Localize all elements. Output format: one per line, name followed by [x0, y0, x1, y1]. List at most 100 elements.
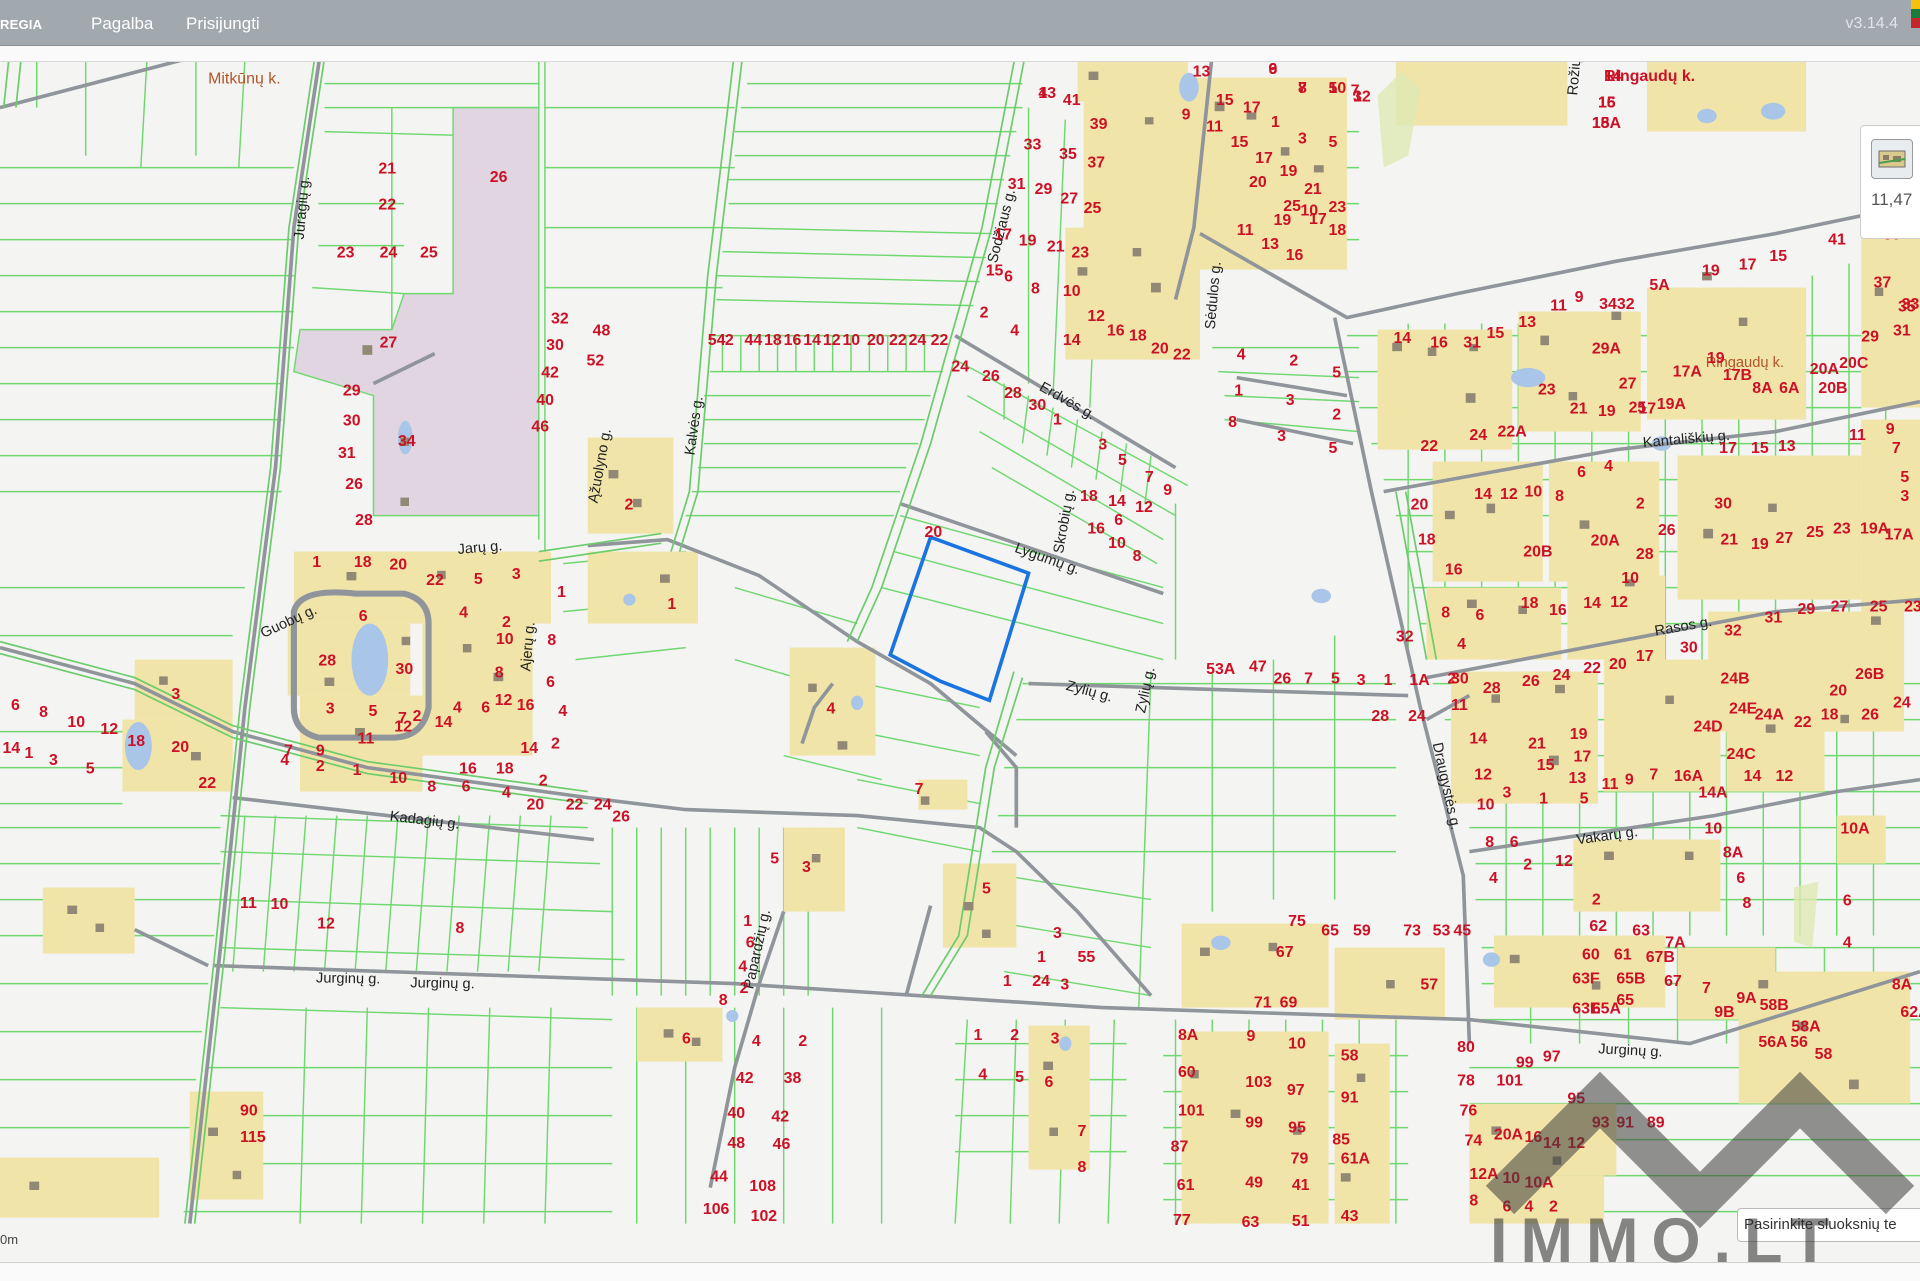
house-number: 1A: [1409, 672, 1429, 689]
house-number: 3: [1900, 488, 1909, 505]
house-number: 4: [738, 959, 747, 976]
house-number: 6: [1736, 870, 1745, 887]
menu-prisijungti[interactable]: Prisijungti: [186, 14, 260, 34]
house-number: 24: [594, 797, 612, 814]
house-number: 4: [1843, 935, 1852, 952]
house-number: 10: [1621, 570, 1639, 587]
house-number: 42: [736, 1070, 754, 1087]
house-number: 27: [1619, 376, 1637, 393]
house-number: 9B: [1714, 1004, 1734, 1021]
house-number: 40: [727, 1105, 745, 1122]
house-number: 1: [1539, 791, 1548, 808]
house-number: 20: [1609, 656, 1627, 673]
house-number: 73: [1403, 923, 1421, 940]
house-number: 1: [667, 596, 676, 613]
menu-pagalba[interactable]: Pagalba: [91, 14, 153, 34]
house-number: 29: [1035, 181, 1053, 198]
house-number: 31: [1764, 610, 1782, 627]
house-number: 17: [1719, 440, 1737, 457]
house-number: 23: [1071, 245, 1089, 262]
house-number: 3: [1298, 131, 1307, 148]
house-number: 76: [1460, 1103, 1478, 1120]
house-number: 8: [547, 632, 556, 649]
house-number: 4: [1457, 636, 1466, 653]
house-number: 67B: [1646, 949, 1675, 966]
house-number: 7: [1145, 469, 1154, 486]
house-number: 20A: [1810, 361, 1839, 378]
house-number: 42: [771, 1109, 789, 1126]
ortho-layer-button[interactable]: [1871, 139, 1913, 179]
house-number: 5: [1118, 452, 1127, 469]
house-number: 10: [1477, 797, 1495, 814]
house-number: 24C: [1727, 746, 1756, 763]
house-number: 7: [1298, 80, 1307, 97]
house-number: 20: [527, 797, 545, 814]
house-number: 24B: [1720, 671, 1749, 688]
house-number: 3: [802, 859, 811, 876]
house-number: 115: [240, 1129, 266, 1146]
house-number: 5: [86, 761, 95, 778]
house-number: 59: [1353, 923, 1371, 940]
house-number: 91: [1616, 1115, 1634, 1132]
house-number: 8: [456, 920, 465, 937]
house-number: 2: [1636, 496, 1645, 513]
house-number: 21: [378, 161, 396, 178]
street-label: Jurginų g.: [410, 975, 475, 992]
house-number: 8A: [1178, 1027, 1198, 1044]
house-number: 3432: [1599, 296, 1635, 313]
house-number: 14A: [1698, 785, 1727, 802]
house-number: 27: [1060, 191, 1078, 208]
house-number: 6: [1510, 834, 1519, 851]
house-number: 11: [1451, 697, 1468, 714]
house-number: 3: [1353, 89, 1362, 106]
house-number: 18: [1821, 707, 1839, 724]
map-layer-icon: [1878, 150, 1906, 168]
house-number: 31: [1893, 323, 1911, 340]
house-number: 8: [1228, 414, 1237, 431]
house-number: 2: [740, 980, 749, 997]
house-number: 3: [1051, 1031, 1060, 1048]
house-number: 46: [531, 419, 549, 436]
house-number: 1: [1053, 412, 1062, 429]
house-number: 23: [337, 245, 355, 262]
house-number: 16: [1524, 1129, 1542, 1146]
house-number: 2: [413, 708, 422, 725]
house-number: 65: [1321, 923, 1339, 940]
house-number: 4: [1237, 347, 1246, 364]
house-number: 13: [1193, 64, 1211, 81]
house-number: 62A: [1900, 1004, 1920, 1021]
house-number: 4: [453, 700, 462, 717]
house-number: 2: [502, 614, 511, 631]
house-number: 4: [827, 701, 836, 718]
house-number: 16: [1549, 602, 1567, 619]
house-number: 1: [1234, 383, 1243, 400]
selected-parcel[interactable]: [887, 534, 1031, 703]
house-number: 1: [24, 745, 33, 762]
house-number: 99: [1516, 1055, 1534, 1072]
house-number: 16A: [1674, 768, 1703, 785]
house-number: 3: [1053, 925, 1062, 942]
house-number: 2: [624, 497, 633, 514]
house-number: 63F: [1572, 971, 1600, 988]
house-number: 14: [1063, 332, 1081, 349]
house-number: 24: [1553, 667, 1571, 684]
house-number: 18: [496, 761, 514, 778]
house-number: 19: [1751, 536, 1769, 553]
house-number: 26: [612, 809, 630, 826]
house-number: 24: [380, 245, 398, 262]
street-label: Ajerų g.: [518, 621, 539, 672]
house-number: 26B: [1855, 666, 1884, 683]
top-toolbar: REGIA Pagalba Prisijungti v3.14.4: [0, 0, 1920, 46]
house-number: 12A: [1469, 1166, 1498, 1183]
house-number: 9: [316, 743, 325, 760]
house-number: 44: [710, 1169, 728, 1186]
house-number: 1: [1271, 114, 1280, 131]
house-number: 14: [435, 714, 453, 731]
house-number: 4: [1489, 870, 1498, 887]
cadastral-map[interactable]: Juragių g. Sodžiaus g. Sėdulos g. Erdvės…: [0, 62, 1920, 1262]
house-number: 22: [931, 332, 949, 349]
house-number: 22: [566, 797, 584, 814]
map-canvas[interactable]: Juragių g. Sodžiaus g. Sėdulos g. Erdvės…: [0, 62, 1920, 1262]
house-number: 13: [1778, 438, 1796, 455]
house-number: 10: [389, 770, 407, 787]
